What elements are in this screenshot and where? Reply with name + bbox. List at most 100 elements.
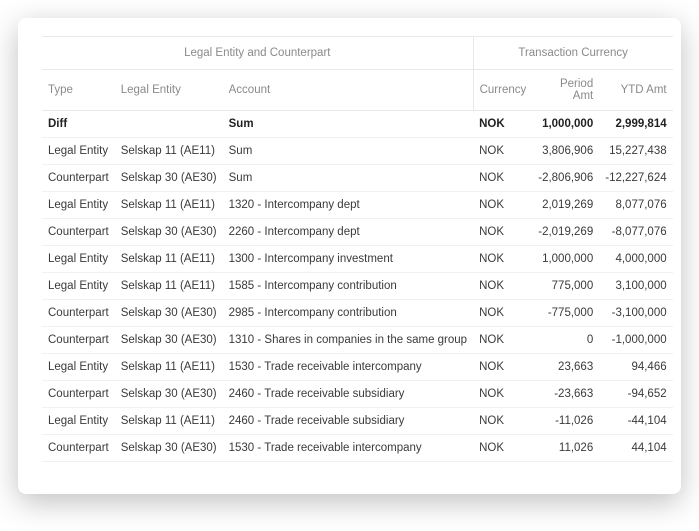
header-ytd-amt[interactable]: YTD Amt bbox=[599, 70, 672, 111]
cell-account: Sum bbox=[223, 165, 473, 192]
cell-legal-entity: Selskap 30 (AE30) bbox=[115, 165, 223, 192]
cell-period-amt: -2,019,269 bbox=[532, 219, 599, 246]
table-row[interactable]: Legal EntitySelskap 11 (AE11)2460 - Trad… bbox=[42, 408, 673, 435]
table-row[interactable]: Legal EntitySelskap 11 (AE11)SumNOK3,806… bbox=[42, 138, 673, 165]
cell-currency: NOK bbox=[473, 327, 532, 354]
cell-period-amt: -2,806,906 bbox=[532, 165, 599, 192]
cell-currency: NOK bbox=[473, 408, 532, 435]
header-currency[interactable]: Currency bbox=[473, 70, 532, 111]
cell-ytd-amt: 4,000,000 bbox=[599, 246, 672, 273]
cell-currency: NOK bbox=[473, 435, 532, 462]
table-row[interactable]: Legal EntitySelskap 11 (AE11)1585 - Inte… bbox=[42, 273, 673, 300]
table-row[interactable]: CounterpartSelskap 30 (AE30)1310 - Share… bbox=[42, 327, 673, 354]
cell-type: Counterpart bbox=[42, 300, 115, 327]
cell-period-amt: -775,000 bbox=[532, 300, 599, 327]
group-header-entity: Legal Entity and Counterpart bbox=[42, 37, 473, 70]
cell-account: 1530 - Trade receivable intercompany bbox=[223, 354, 473, 381]
cell-account: Sum bbox=[223, 138, 473, 165]
header-legal-entity[interactable]: Legal Entity bbox=[115, 70, 223, 111]
table-row[interactable]: CounterpartSelskap 30 (AE30)2460 - Trade… bbox=[42, 381, 673, 408]
table-row[interactable]: CounterpartSelskap 30 (AE30)2985 - Inter… bbox=[42, 300, 673, 327]
cell-ytd-amt: -94,652 bbox=[599, 381, 672, 408]
column-group-row: Legal Entity and Counterpart Transaction… bbox=[42, 37, 673, 70]
table-row[interactable]: Legal EntitySelskap 11 (AE11)1530 - Trad… bbox=[42, 354, 673, 381]
cell-account: 2460 - Trade receivable subsidiary bbox=[223, 408, 473, 435]
cell-ytd-amt: -12,227,624 bbox=[599, 165, 672, 192]
cell-account: 1320 - Intercompany dept bbox=[223, 192, 473, 219]
transactions-table: Legal Entity and Counterpart Transaction… bbox=[42, 36, 673, 462]
cell-type: Diff bbox=[42, 111, 115, 138]
data-table-card: Legal Entity and Counterpart Transaction… bbox=[18, 18, 681, 494]
cell-legal-entity: Selskap 30 (AE30) bbox=[115, 381, 223, 408]
cell-currency: NOK bbox=[473, 138, 532, 165]
cell-ytd-amt: 8,077,076 bbox=[599, 192, 672, 219]
cell-account: 2260 - Intercompany dept bbox=[223, 219, 473, 246]
cell-type: Counterpart bbox=[42, 165, 115, 192]
cell-legal-entity: Selskap 30 (AE30) bbox=[115, 327, 223, 354]
cell-account: 2985 - Intercompany contribution bbox=[223, 300, 473, 327]
header-account[interactable]: Account bbox=[223, 70, 473, 111]
header-type[interactable]: Type bbox=[42, 70, 115, 111]
cell-ytd-amt: -3,100,000 bbox=[599, 300, 672, 327]
cell-legal-entity: Selskap 11 (AE11) bbox=[115, 138, 223, 165]
cell-type: Legal Entity bbox=[42, 138, 115, 165]
cell-ytd-amt: -8,077,076 bbox=[599, 219, 672, 246]
cell-period-amt: 3,806,906 bbox=[532, 138, 599, 165]
table-row[interactable]: Legal EntitySelskap 11 (AE11)1300 - Inte… bbox=[42, 246, 673, 273]
cell-ytd-amt: 44,104 bbox=[599, 435, 672, 462]
cell-currency: NOK bbox=[473, 219, 532, 246]
cell-type: Legal Entity bbox=[42, 192, 115, 219]
header-period-amt[interactable]: Period Amt bbox=[532, 70, 599, 111]
cell-account: 1530 - Trade receivable intercompany bbox=[223, 435, 473, 462]
table-row[interactable]: Diff SumNOK1,000,0002,999,814 bbox=[42, 111, 673, 138]
cell-ytd-amt: 2,999,814 bbox=[599, 111, 672, 138]
cell-legal-entity: Selskap 30 (AE30) bbox=[115, 435, 223, 462]
column-header-row: Type Legal Entity Account Currency Perio… bbox=[42, 70, 673, 111]
table-row[interactable]: Legal EntitySelskap 11 (AE11)1320 - Inte… bbox=[42, 192, 673, 219]
cell-legal-entity: Selskap 30 (AE30) bbox=[115, 219, 223, 246]
cell-currency: NOK bbox=[473, 192, 532, 219]
cell-legal-entity: Selskap 30 (AE30) bbox=[115, 300, 223, 327]
table-row[interactable]: CounterpartSelskap 30 (AE30)1530 - Trade… bbox=[42, 435, 673, 462]
cell-currency: NOK bbox=[473, 381, 532, 408]
cell-type: Counterpart bbox=[42, 327, 115, 354]
cell-period-amt: 23,663 bbox=[532, 354, 599, 381]
cell-account: 2460 - Trade receivable subsidiary bbox=[223, 381, 473, 408]
cell-type: Counterpart bbox=[42, 435, 115, 462]
cell-currency: NOK bbox=[473, 246, 532, 273]
cell-legal-entity bbox=[115, 111, 223, 138]
table-row[interactable]: CounterpartSelskap 30 (AE30)SumNOK-2,806… bbox=[42, 165, 673, 192]
cell-type: Legal Entity bbox=[42, 246, 115, 273]
cell-type: Counterpart bbox=[42, 381, 115, 408]
cell-legal-entity: Selskap 11 (AE11) bbox=[115, 192, 223, 219]
cell-legal-entity: Selskap 11 (AE11) bbox=[115, 246, 223, 273]
cell-currency: NOK bbox=[473, 300, 532, 327]
cell-currency: NOK bbox=[473, 273, 532, 300]
cell-period-amt: 0 bbox=[532, 327, 599, 354]
cell-period-amt: 1,000,000 bbox=[532, 111, 599, 138]
cell-account: 1585 - Intercompany contribution bbox=[223, 273, 473, 300]
group-header-currency: Transaction Currency bbox=[473, 37, 673, 70]
cell-ytd-amt: -44,104 bbox=[599, 408, 672, 435]
cell-type: Legal Entity bbox=[42, 273, 115, 300]
cell-account: 1300 - Intercompany investment bbox=[223, 246, 473, 273]
cell-currency: NOK bbox=[473, 111, 532, 138]
cell-currency: NOK bbox=[473, 165, 532, 192]
table-body: DiffSumNOK1,000,0002,999,814Legal Entity… bbox=[42, 111, 673, 462]
cell-currency: NOK bbox=[473, 354, 532, 381]
cell-period-amt: -11,026 bbox=[532, 408, 599, 435]
cell-type: Legal Entity bbox=[42, 354, 115, 381]
table-row[interactable]: CounterpartSelskap 30 (AE30)2260 - Inter… bbox=[42, 219, 673, 246]
cell-period-amt: -23,663 bbox=[532, 381, 599, 408]
cell-period-amt: 775,000 bbox=[532, 273, 599, 300]
cell-type: Counterpart bbox=[42, 219, 115, 246]
cell-type: Legal Entity bbox=[42, 408, 115, 435]
cell-period-amt: 11,026 bbox=[532, 435, 599, 462]
cell-legal-entity: Selskap 11 (AE11) bbox=[115, 408, 223, 435]
cell-account: 1310 - Shares in companies in the same g… bbox=[223, 327, 473, 354]
cell-account: Sum bbox=[223, 111, 473, 138]
cell-period-amt: 2,019,269 bbox=[532, 192, 599, 219]
cell-legal-entity: Selskap 11 (AE11) bbox=[115, 273, 223, 300]
cell-ytd-amt: -1,000,000 bbox=[599, 327, 672, 354]
cell-ytd-amt: 94,466 bbox=[599, 354, 672, 381]
